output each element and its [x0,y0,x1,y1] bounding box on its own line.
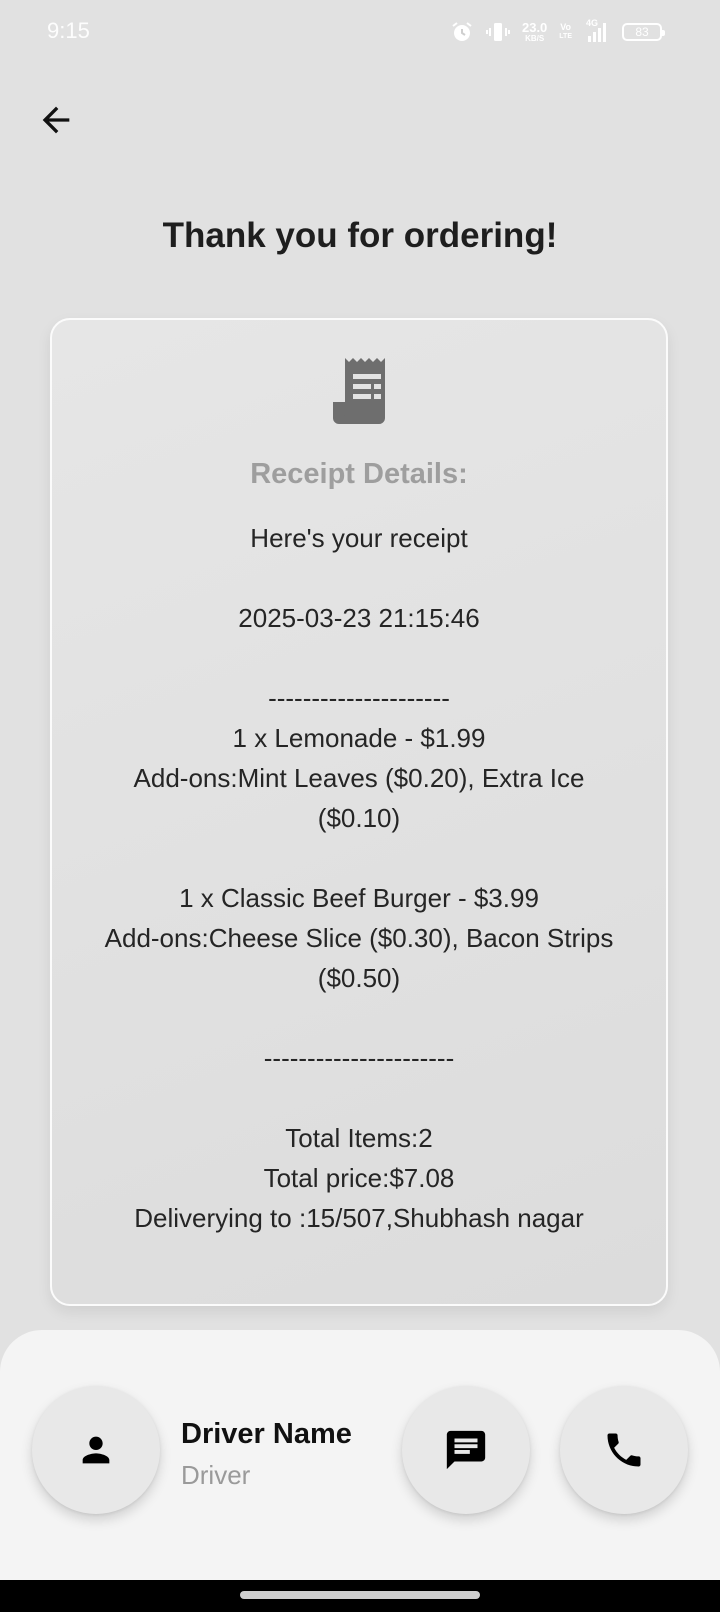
network-speed: 23.0 KB/S [521,20,548,43]
receipt-card: Receipt Details: Here's your receipt 202… [50,318,668,1306]
home-indicator[interactable] [240,1591,480,1599]
battery-icon: 83 [622,23,665,41]
system-nav-bar [0,1580,720,1612]
message-driver-button[interactable] [402,1386,530,1514]
receipt-heading: Receipt Details: [250,458,468,490]
driver-name: Driver Name [181,1418,352,1450]
receipt-line [92,558,626,598]
status-icons: 23.0 KB/S Vo LTE 4G 83 [450,18,665,46]
receipt-total-items: Total Items:2 [285,1123,433,1153]
receipt-line [92,638,626,678]
status-bar: 9:15 23.0 KB/S Vo LTE 4G 83 [0,0,720,64]
vibrate-icon [485,20,510,44]
receipt-line [92,998,626,1038]
receipt-line [92,1078,626,1118]
receipt-divider: ---------------------- [263,1043,455,1073]
receipt-line: Here's your receipt [250,523,468,553]
phone-icon [607,1433,641,1467]
call-driver-button[interactable] [560,1386,688,1514]
receipt-date: 2025-03-23 21:15:46 [238,603,480,633]
receipt-addons: Add-ons:Cheese Slice ($0.30), Bacon Stri… [104,923,614,993]
status-time: 9:15 [47,18,90,43]
receipt-body: Here's your receipt 2025-03-23 21:15:46 … [92,518,626,1238]
receipt-item: 1 x Lemonade - $1.99 [232,723,486,753]
receipt-divider: --------------------- [268,683,450,713]
receipt-addons: Add-ons:Mint Leaves ($0.20), Extra Ice (… [133,763,585,833]
back-button[interactable] [32,96,80,144]
signal-icon: 4G [584,18,610,44]
battery-level: 83 [635,25,649,39]
driver-role: Driver [181,1460,251,1490]
page-title: Thank you for ordering! [162,216,558,255]
network-type-label: 4G [586,18,599,28]
driver-avatar-button[interactable] [32,1386,160,1514]
receipt-delivery-address: Deliverying to :15/507,Shubhash nagar [134,1203,584,1233]
person-icon [82,1436,110,1464]
receipt-icon [333,358,385,424]
receipt-line [92,838,626,878]
volte-icon: Vo LTE [559,22,572,41]
receipt-total-price: Total price:$7.08 [263,1163,455,1193]
alarm-icon [450,20,474,44]
message-icon [446,1430,486,1470]
driver-panel: Driver Name Driver [0,1330,720,1580]
arrow-back-icon [42,106,70,134]
receipt-item: 1 x Classic Beef Burger - $3.99 [179,883,539,913]
